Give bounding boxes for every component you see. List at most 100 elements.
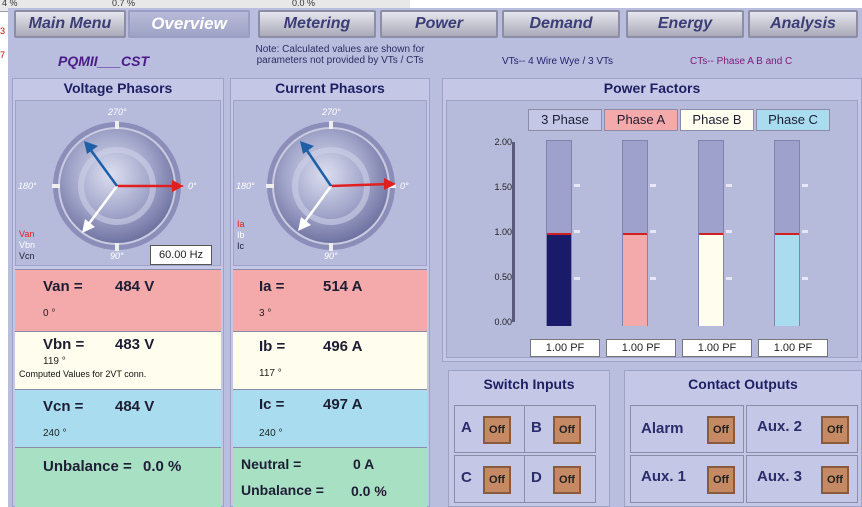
pf-bar-tick bbox=[726, 230, 732, 233]
pf-ytick: 1.00 bbox=[494, 227, 512, 237]
switch-c: C Off bbox=[454, 455, 526, 503]
tab-demand[interactable]: Demand bbox=[502, 10, 620, 38]
pf-bar-fill bbox=[547, 233, 571, 326]
pf-bar-tick bbox=[802, 230, 808, 233]
axis-180-label: 180° bbox=[236, 181, 255, 191]
pf-bar-tick bbox=[726, 277, 732, 280]
pf-value: 1.00 PF bbox=[682, 339, 752, 357]
vbn-row: Vbn = 483 V 119 ° Computed Values for 2V… bbox=[15, 331, 221, 389]
pf-value: 1.00 PF bbox=[606, 339, 676, 357]
pf-ytick: 0.00 bbox=[494, 317, 512, 327]
tab-power[interactable]: Power bbox=[380, 10, 498, 38]
contact-aux3-off-button[interactable]: Off bbox=[821, 466, 849, 494]
pf-ytick: 2.00 bbox=[494, 137, 512, 147]
background-left-strip: 3 7 bbox=[0, 12, 8, 507]
pf-bar-tick bbox=[726, 184, 732, 187]
current-phasor-dial: 270° 180° 0° 90° Ia Ib Ic bbox=[233, 100, 427, 266]
vcn-label: Vcn = bbox=[43, 398, 84, 415]
pf-value: 1.00 PF bbox=[758, 339, 828, 357]
tab-analysis[interactable]: Analysis bbox=[748, 10, 858, 38]
vcn-value: 484 V bbox=[115, 398, 155, 415]
switch-c-label: C bbox=[461, 469, 472, 486]
pf-bar-tick bbox=[650, 277, 656, 280]
pf-bar-tick bbox=[802, 277, 808, 280]
van-angle: 0 ° bbox=[43, 308, 56, 319]
calculated-values-note: Note: Calculated values are shown for pa… bbox=[220, 44, 460, 66]
current-legend: Ia Ib Ic bbox=[237, 219, 245, 252]
pf-column-header: Phase A bbox=[604, 109, 678, 131]
legend-ic: Ic bbox=[237, 241, 245, 251]
pf-column-header: Phase C bbox=[756, 109, 830, 131]
contact-aux2-label: Aux. 2 bbox=[757, 418, 803, 435]
axis-270-label: 270° bbox=[108, 107, 127, 117]
contact-aux3: Aux. 3 Off bbox=[746, 455, 858, 503]
bg-mark: 7 bbox=[0, 50, 6, 60]
bg-text-mid: 0.7 % bbox=[112, 0, 136, 8]
pf-bar-tick bbox=[574, 277, 580, 280]
pf-bar-tick bbox=[574, 184, 580, 187]
contact-aux3-label: Aux. 3 bbox=[757, 468, 803, 485]
ib-label: Ib = bbox=[259, 338, 286, 355]
contact-aux1-label: Aux. 1 bbox=[641, 468, 687, 485]
voltage-unbalance-label: Unbalance = bbox=[43, 458, 132, 475]
pf-value: 1.00 PF bbox=[530, 339, 600, 357]
current-unbalance-row: Neutral = 0 A Unbalance = 0.0 % bbox=[233, 447, 427, 507]
tab-main-menu[interactable]: Main Menu bbox=[14, 10, 126, 38]
frequency-display: 60.00 Hz bbox=[150, 245, 212, 265]
switch-b-off-button[interactable]: Off bbox=[553, 416, 581, 444]
ia-value: 514 A bbox=[323, 278, 363, 295]
switch-a: A Off bbox=[454, 405, 526, 453]
current-unbalance-value: 0.0 % bbox=[351, 483, 387, 499]
ia-label: Ia = bbox=[259, 278, 285, 295]
tab-metering[interactable]: Metering bbox=[258, 10, 376, 38]
legend-ia: Ia bbox=[237, 219, 245, 229]
van-value: 484 V bbox=[115, 278, 155, 295]
ia-row: Ia = 514 A 3 ° bbox=[233, 269, 427, 331]
tab-overview[interactable]: Overview bbox=[128, 10, 250, 38]
axis-180-label: 180° bbox=[18, 181, 37, 191]
switch-b: B Off bbox=[524, 405, 596, 453]
pf-column-header: Phase B bbox=[680, 109, 754, 131]
contact-alarm-off-button[interactable]: Off bbox=[707, 416, 735, 444]
axis-0-label: 0° bbox=[400, 181, 409, 191]
switch-a-off-button[interactable]: Off bbox=[483, 416, 511, 444]
ic-value: 497 A bbox=[323, 396, 363, 413]
vbn-angle: 119 ° bbox=[43, 356, 66, 367]
switch-d: D Off bbox=[524, 455, 596, 503]
contact-aux2-off-button[interactable]: Off bbox=[821, 416, 849, 444]
pf-column-header: 3 Phase bbox=[528, 109, 602, 131]
bg-text-left: 4 % bbox=[2, 0, 18, 8]
axis-270-label: 270° bbox=[322, 107, 341, 117]
voltage-phasor-dial: 270° 180° 0° 90° Van Vbn Vcn 60.00 Hz bbox=[15, 100, 221, 266]
axis-90-label: 90° bbox=[110, 251, 124, 261]
switch-a-label: A bbox=[461, 419, 472, 436]
pf-bar-tick bbox=[650, 230, 656, 233]
vcn-angle: 240 ° bbox=[43, 428, 67, 439]
pf-bar-fill bbox=[775, 233, 799, 326]
contact-outputs-title: Contact Outputs bbox=[688, 376, 798, 392]
vt-config: VTs-- 4 Wire Wye / 3 VTs bbox=[502, 56, 614, 67]
bg-mark: 3 bbox=[0, 26, 6, 36]
current-dial-graphic bbox=[266, 121, 396, 251]
bg-text-right: 0.0 % bbox=[292, 0, 316, 8]
voltage-unbalance-value: 0.0 % bbox=[143, 458, 182, 475]
switch-d-off-button[interactable]: Off bbox=[553, 466, 581, 494]
contact-aux1-off-button[interactable]: Off bbox=[707, 466, 735, 494]
computed-values-note: Computed Values for 2VT conn. bbox=[19, 369, 147, 379]
note-line-1: Note: Calculated values are shown for bbox=[255, 44, 425, 55]
axis-90-label: 90° bbox=[324, 251, 338, 261]
legend-ib: Ib bbox=[237, 230, 245, 240]
legend-van: Van bbox=[19, 229, 35, 239]
pf-bar-fill bbox=[623, 233, 647, 326]
tab-energy[interactable]: Energy bbox=[626, 10, 744, 38]
ia-angle: 3 ° bbox=[259, 308, 272, 319]
voltage-legend: Van Vbn Vcn bbox=[19, 229, 35, 262]
van-row: Van = 484 V 0 ° bbox=[15, 269, 221, 331]
switch-b-label: B bbox=[531, 419, 542, 436]
ib-angle: 117 ° bbox=[259, 368, 282, 379]
voltage-unbalance-row: Unbalance = 0.0 % bbox=[15, 447, 221, 507]
contact-alarm: Alarm Off bbox=[630, 405, 744, 453]
pf-bar-fill bbox=[699, 233, 723, 326]
ib-row: Ib = 496 A 117 ° bbox=[233, 331, 427, 389]
switch-c-off-button[interactable]: Off bbox=[483, 466, 511, 494]
